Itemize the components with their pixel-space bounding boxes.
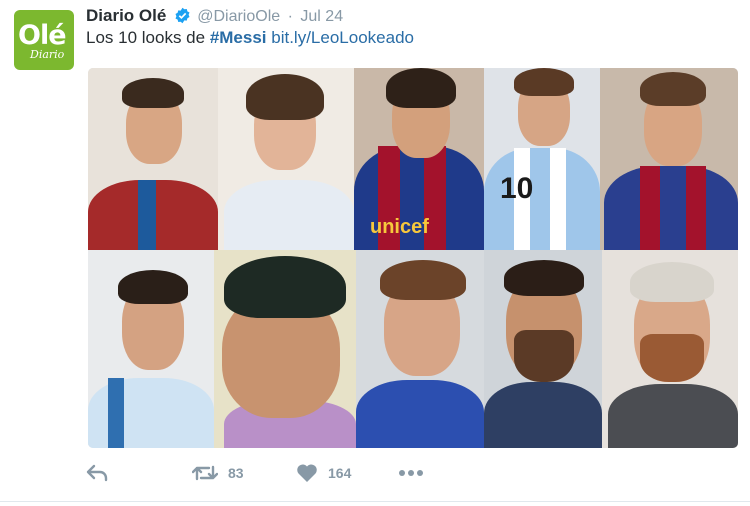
tweet-photo[interactable]: unicef 10 bbox=[88, 68, 738, 448]
tweet-text: Los 10 looks de #Messi bit.ly/LeoLookead… bbox=[86, 28, 414, 48]
header-separator: · bbox=[287, 8, 293, 25]
photo-tile-2 bbox=[218, 68, 354, 250]
account-name[interactable]: Diario Olé bbox=[86, 6, 166, 25]
photo-tile-9 bbox=[484, 250, 602, 448]
like-icon bbox=[296, 463, 318, 483]
tweet-header: Diario Olé @DiarioOle · Jul 24 bbox=[86, 6, 343, 28]
account-handle[interactable]: @DiarioOle bbox=[197, 8, 280, 25]
like-count: 164 bbox=[328, 465, 352, 481]
reply-icon bbox=[86, 464, 108, 482]
like-button[interactable]: 164 bbox=[296, 461, 351, 485]
photo-tile-10 bbox=[602, 250, 738, 448]
avatar-logo-script: Diario bbox=[30, 48, 65, 61]
retweet-button[interactable]: 83 bbox=[192, 461, 244, 485]
avatar[interactable]: Olé Diario bbox=[14, 10, 74, 70]
photo-tile-8 bbox=[356, 250, 484, 448]
retweet-icon bbox=[192, 464, 218, 482]
photo-tile-1 bbox=[88, 68, 218, 250]
url-link[interactable]: bit.ly/LeoLookeado bbox=[271, 28, 414, 47]
hashtag-link[interactable]: #Messi bbox=[210, 28, 267, 47]
photo-tile-5 bbox=[600, 68, 738, 250]
more-button[interactable] bbox=[398, 461, 424, 485]
more-icon bbox=[398, 469, 424, 477]
tweet-divider bbox=[0, 501, 750, 502]
retweet-count: 83 bbox=[228, 465, 244, 481]
tweet-text-prefix: Los 10 looks de bbox=[86, 28, 210, 47]
shirt-sponsor-text: unicef bbox=[370, 216, 429, 238]
avatar-logo-text: Olé bbox=[18, 20, 67, 51]
photo-tile-7 bbox=[214, 250, 356, 448]
photo-tile-4: 10 bbox=[484, 68, 600, 250]
shirt-number: 10 bbox=[500, 172, 534, 205]
verified-icon bbox=[174, 7, 191, 24]
tweet-date[interactable]: Jul 24 bbox=[300, 8, 343, 25]
tweet-actions: 83 164 bbox=[86, 455, 486, 491]
photo-tile-3: unicef bbox=[354, 68, 484, 250]
reply-button[interactable] bbox=[86, 461, 108, 485]
photo-tile-6 bbox=[88, 250, 214, 448]
